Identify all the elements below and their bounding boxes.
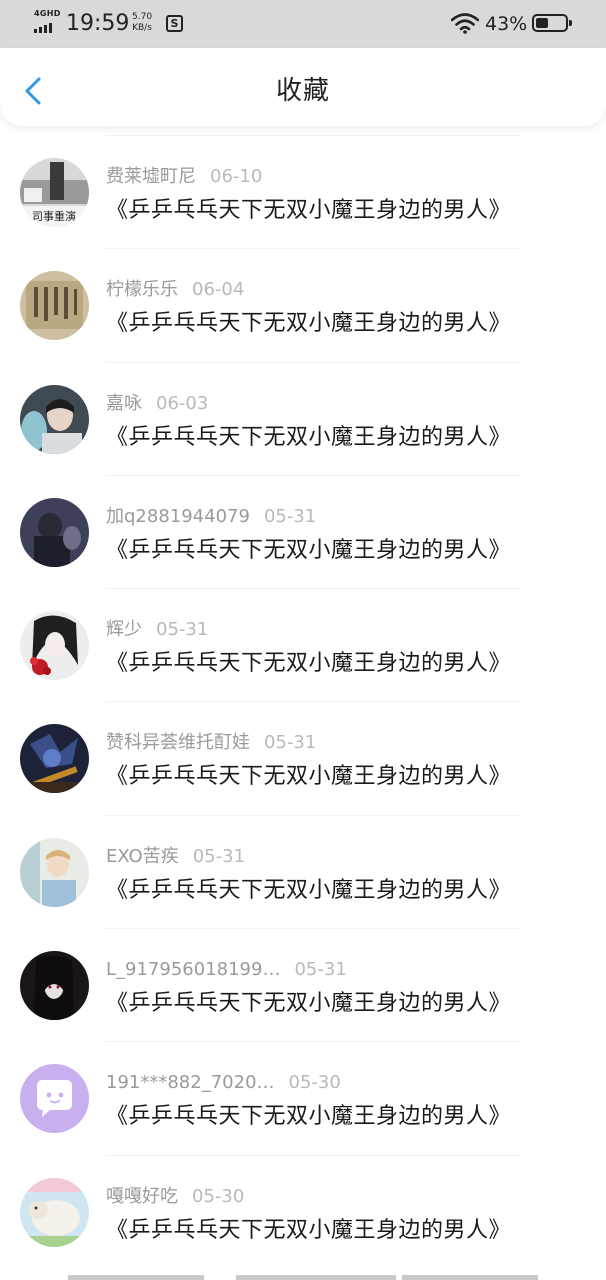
favorite-item[interactable]: 司事重演 费莱墟町尼 06-10 《乒乒乓乓天下无双小魔王身边的男人》 (0, 135, 606, 248)
item-meta: EXO苦疾 05-31 (106, 845, 245, 869)
avatar[interactable] (20, 384, 89, 454)
item-date: 05-31 (156, 619, 209, 641)
avatar[interactable]: 司事重演 (20, 158, 89, 227)
item-date: 06-04 (192, 279, 245, 301)
user-name: 辉少 (106, 619, 142, 641)
avatar[interactable] (20, 837, 89, 907)
favorites-list: 司事重演 费莱墟町尼 06-10 《乒乒乓乓天下无双小魔王身边的男人》 柠檬乐乐 0… (0, 135, 606, 1268)
favorite-item[interactable]: 191***882_7020… 05-30 《乒乒乓乓天下无双小魔王身边的男人》 (0, 1041, 606, 1154)
item-date: 06-10 (210, 166, 263, 187)
network-speed: 5.70 KB/s (132, 12, 152, 34)
cellular-signal-icon: 4GHD (34, 10, 62, 34)
divider (106, 474, 520, 476)
item-meta: 柠檬乐乐 06-04 (106, 278, 244, 302)
divider (106, 248, 520, 250)
item-date: 05-31 (192, 845, 246, 867)
item-date: 05-31 (263, 505, 317, 527)
wifi-icon (451, 13, 479, 34)
user-name: 柠檬乐乐 (106, 279, 178, 301)
user-name: 费莱墟町尼 (106, 166, 196, 187)
user-name: 赞科异荟维托酊娃 (106, 732, 250, 754)
divider (106, 135, 520, 136)
user-name: L_917956018199… (106, 959, 281, 981)
item-title: 《乒乒乓乓天下无双小魔王身边的男人》 (106, 991, 512, 1017)
scroll-indicator (68, 1275, 538, 1280)
item-date: 05-30 (192, 1185, 245, 1207)
page-title: 收藏 (275, 76, 330, 106)
item-meta: 费莱墟町尼 06-10 (106, 165, 262, 189)
item-date: 05-31 (264, 732, 317, 754)
item-title: 《乒乒乓乓天下无双小魔王身边的男人》 (106, 537, 512, 563)
user-name: 嘎嘎好吃 (106, 1185, 178, 1207)
user-name: EXO苦疾 (106, 845, 179, 867)
network-speed-value: 5.70 (132, 12, 153, 22)
item-meta: 嘉咏 06-03 (106, 392, 208, 416)
item-title: 《乒乒乓乓天下无双小魔王身边的男人》 (106, 764, 512, 790)
favorite-item[interactable]: 辉少 05-31 《乒乒乓乓天下无双小魔王身边的男人》 (0, 588, 606, 701)
user-name: 191***882_7020… (106, 1072, 275, 1094)
divider (106, 1154, 520, 1156)
item-date: 06-03 (156, 392, 209, 414)
item-title: 《乒乒乓乓天下无双小魔王身边的男人》 (106, 198, 512, 223)
item-title: 《乒乒乓乓天下无双小魔王身边的男人》 (106, 1217, 512, 1243)
item-date: 05-31 (294, 959, 347, 981)
item-title: 《乒乒乓乓天下无双小魔王身边的男人》 (106, 311, 512, 337)
avatar[interactable] (20, 951, 89, 1021)
status-bar: 4GHD 19:59 5.70 KB/s S 43% (0, 0, 606, 48)
favorite-item[interactable]: 加q2881944079 05-31 《乒乒乓乓天下无双小魔王身边的男人》 (0, 474, 606, 588)
avatar[interactable] (20, 1064, 89, 1134)
s-notification-icon: S (166, 15, 183, 32)
default-chat-avatar-icon (20, 1064, 89, 1134)
avatar[interactable] (20, 497, 89, 567)
clock: 19:59 (66, 11, 130, 36)
favorite-item[interactable]: 嘉咏 06-03 《乒乒乓乓天下无双小魔王身边的男人》 (0, 361, 606, 475)
divider (106, 814, 520, 816)
favorite-item[interactable]: 柠檬乐乐 06-04 《乒乒乓乓天下无双小魔王身边的男人》 (0, 248, 606, 361)
item-title: 《乒乒乓乓天下无双小魔王身边的男人》 (106, 877, 512, 903)
item-title: 《乒乒乓乓天下无双小魔王身边的男人》 (106, 1104, 512, 1130)
avatar[interactable] (20, 611, 89, 681)
avatar[interactable] (20, 1177, 89, 1247)
network-speed-unit: KB/s (132, 23, 152, 33)
item-meta: 辉少 05-31 (106, 618, 208, 642)
divider (106, 928, 520, 930)
user-name: 嘉咏 (106, 392, 142, 414)
item-meta: 191***882_7020… 05-30 (106, 1071, 341, 1095)
avatar-text: 司事重演 (32, 209, 76, 223)
item-meta: 赞科异荟维托酊娃 05-31 (106, 731, 316, 755)
favorite-item[interactable]: 嘎嘎好吃 05-30 《乒乒乓乓天下无双小魔王身边的男人》 (0, 1154, 606, 1268)
favorite-item[interactable]: L_917956018199… 05-31 《乒乒乓乓天下无双小魔王身边的男人》 (0, 928, 606, 1041)
battery-icon (532, 14, 572, 32)
item-meta: 嘎嘎好吃 05-30 (106, 1185, 244, 1209)
divider (106, 701, 520, 703)
avatar[interactable] (20, 271, 89, 341)
battery-percent: 43% (485, 13, 528, 35)
divider (106, 1041, 520, 1043)
item-meta: L_917956018199… 05-31 (106, 958, 347, 982)
divider (106, 361, 520, 363)
favorite-item[interactable]: EXO苦疾 05-31 《乒乒乓乓天下无双小魔王身边的男人》 (0, 814, 606, 928)
app-header: 收藏 (0, 48, 606, 126)
favorite-item[interactable]: 赞科异荟维托酊娃 05-31 《乒乒乓乓天下无双小魔王身边的男人》 (0, 701, 606, 814)
item-date: 05-30 (288, 1072, 341, 1094)
divider (106, 588, 520, 590)
item-meta: 加q2881944079 05-31 (106, 505, 316, 529)
user-name: 加q2881944079 (106, 505, 250, 527)
item-title: 《乒乒乓乓天下无双小魔王身边的男人》 (106, 424, 512, 450)
avatar[interactable] (20, 724, 89, 794)
network-type: 4GHD (34, 9, 61, 18)
item-title: 《乒乒乓乓天下无双小魔王身边的男人》 (106, 651, 512, 677)
